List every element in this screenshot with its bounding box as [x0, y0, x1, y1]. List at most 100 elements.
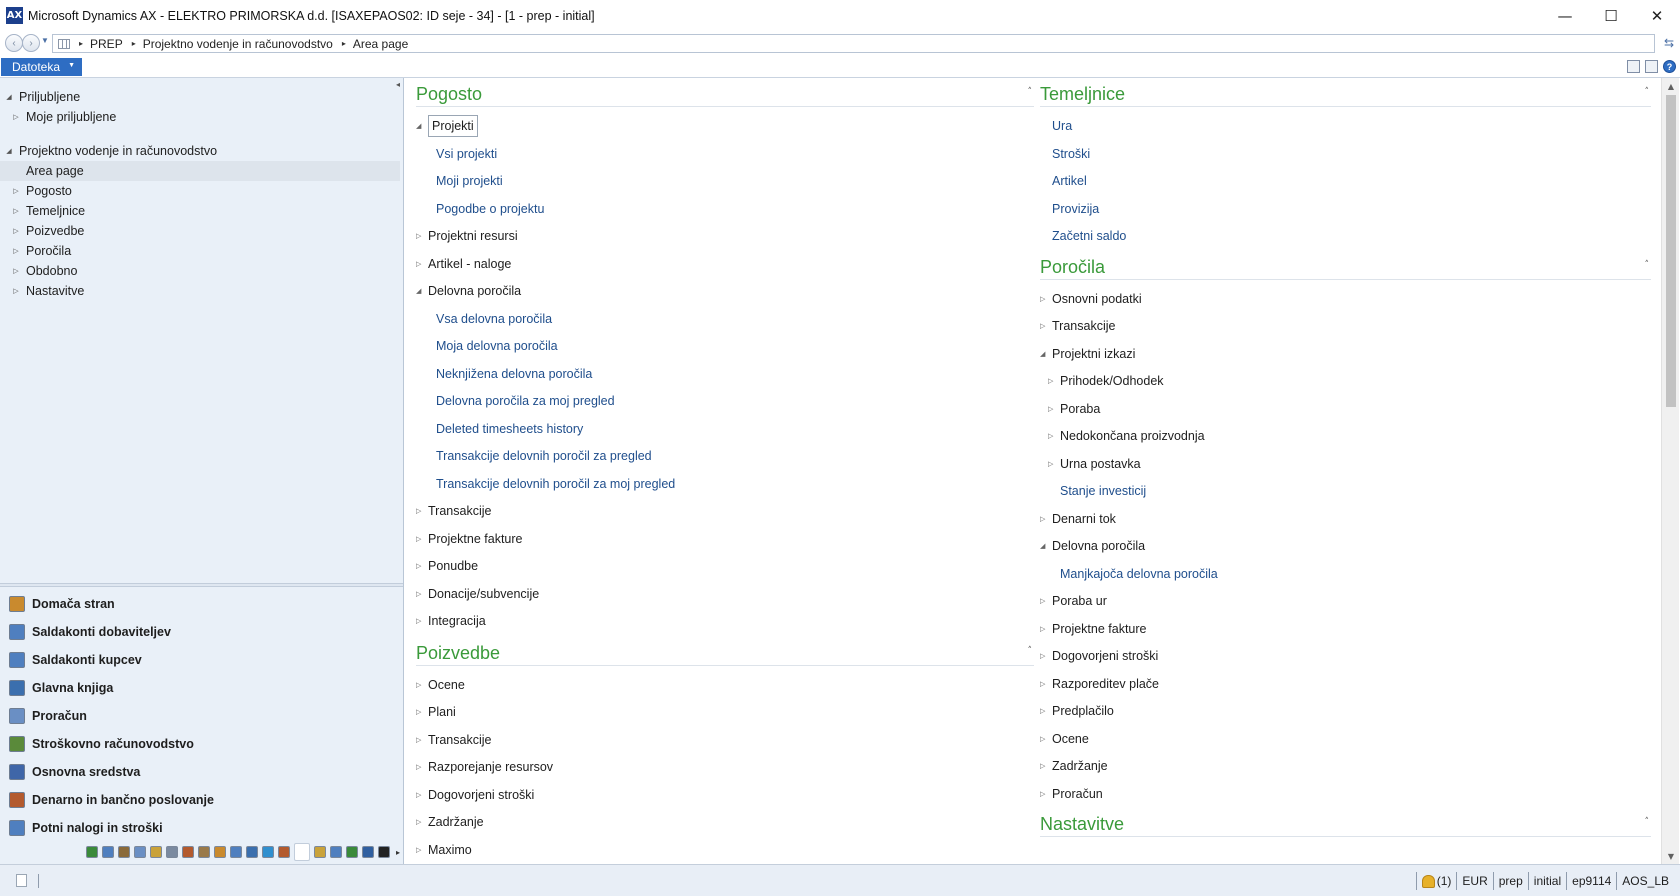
maximize-button[interactable]: ☐: [1588, 0, 1634, 31]
history-dropdown-icon[interactable]: ▼: [41, 36, 49, 45]
folder-delovna-porocila[interactable]: ◢ Delovna poročila: [1040, 536, 1145, 556]
collapsed-icon[interactable]: ▷: [1040, 515, 1052, 523]
link-vsa-delovna-porocila[interactable]: Vsa delovna poročila: [424, 309, 552, 329]
module-shortcut-icon[interactable]: [166, 846, 178, 858]
folder-artikel-naloge[interactable]: ▷ Artikel - naloge: [416, 254, 511, 274]
collapsed-icon[interactable]: ▷: [12, 227, 20, 235]
module-button-saldakonti-kupcev[interactable]: Saldakonti kupcev: [0, 646, 403, 674]
forward-button[interactable]: ›: [22, 34, 40, 52]
collapse-group-icon[interactable]: ˄: [1028, 87, 1033, 97]
folder-zadrzanje[interactable]: ▷ Zadržanje: [1040, 756, 1108, 776]
module-shortcut-icon[interactable]: [246, 846, 258, 858]
collapsed-icon[interactable]: ▷: [12, 113, 20, 121]
expanded-icon[interactable]: ◢: [1040, 350, 1052, 358]
nav-item-area-page[interactable]: Area page: [0, 161, 400, 181]
collapsed-icon[interactable]: ▷: [416, 818, 428, 826]
collapsed-icon[interactable]: ▷: [416, 763, 428, 771]
folder-projekti[interactable]: ◢ Projekti: [416, 115, 478, 137]
nav-favorites[interactable]: ◢ Priljubljene: [0, 87, 80, 107]
expanded-icon[interactable]: ◢: [416, 122, 428, 130]
collapsed-icon[interactable]: ▷: [1040, 707, 1052, 715]
link-stroski[interactable]: Stroški: [1040, 144, 1090, 164]
folder-ocene[interactable]: ▷ Ocene: [1040, 729, 1089, 749]
collapsed-icon[interactable]: ▷: [1048, 460, 1060, 468]
module-shortcut-selected-icon[interactable]: [294, 843, 310, 861]
link-delovna-porocila-za-moj-pregled[interactable]: Delovna poročila za moj pregled: [424, 391, 615, 411]
folder-projektni-izkazi[interactable]: ◢ Projektni izkazi: [1040, 344, 1135, 364]
collapsed-icon[interactable]: ▷: [12, 247, 20, 255]
folder-poraba[interactable]: ▷ Poraba: [1048, 399, 1100, 419]
collapsed-icon[interactable]: ▷: [416, 681, 428, 689]
collapse-group-icon[interactable]: ˄: [1645, 260, 1650, 270]
collapsed-icon[interactable]: ▷: [12, 287, 20, 295]
collapsed-icon[interactable]: ▷: [12, 207, 20, 215]
collapsed-icon[interactable]: ▷: [1040, 322, 1052, 330]
collapsed-icon[interactable]: ▷: [1040, 790, 1052, 798]
scroll-thumb[interactable]: [1666, 95, 1676, 407]
folder-zadrzanje[interactable]: ▷ Zadržanje: [416, 812, 484, 832]
breadcrumb-company[interactable]: PREP: [90, 37, 123, 51]
help-icon[interactable]: ?: [1663, 60, 1676, 73]
company-field[interactable]: prep: [1492, 872, 1528, 890]
link-artikel[interactable]: Artikel: [1040, 171, 1087, 191]
link-pogodbe-o-projektu[interactable]: Pogodbe o projektu: [424, 199, 544, 219]
folder-dogovorjeni-stroski[interactable]: ▷ Dogovorjeni stroški: [1040, 646, 1158, 666]
collapse-pane-icon[interactable]: ◂: [396, 80, 400, 89]
folder-ocene[interactable]: ▷ Ocene: [416, 675, 465, 695]
expanded-icon[interactable]: ◢: [416, 287, 428, 295]
module-button-saldakonti-dobaviteljev[interactable]: Saldakonti dobaviteljev: [0, 618, 403, 646]
module-shortcut-icon[interactable]: [198, 846, 210, 858]
collapse-group-icon[interactable]: ˄: [1028, 646, 1033, 656]
nav-my-favorites[interactable]: ▷ Moje priljubljene: [0, 107, 116, 127]
expanded-icon[interactable]: ◢: [5, 147, 13, 155]
module-shortcut-icon[interactable]: [314, 846, 326, 858]
module-shortcut-icon[interactable]: [102, 846, 114, 858]
collapsed-icon[interactable]: ▷: [416, 736, 428, 744]
module-button-osnovna-sredstva[interactable]: Osnovna sredstva: [0, 758, 403, 786]
folder-projektni-resursi[interactable]: ▷ Projektni resursi: [416, 226, 518, 246]
collapsed-icon[interactable]: ▷: [416, 535, 428, 543]
collapsed-icon[interactable]: ▷: [1048, 377, 1060, 385]
folder-donacije-subvencije[interactable]: ▷ Donacije/subvencije: [416, 584, 539, 604]
collapsed-icon[interactable]: ▷: [416, 232, 428, 240]
collapsed-icon[interactable]: ▷: [12, 267, 20, 275]
nav-item-temeljnice[interactable]: ▷ Temeljnice: [0, 201, 85, 221]
back-button[interactable]: ‹: [5, 34, 23, 52]
module-shortcut-icon[interactable]: [262, 846, 274, 858]
collapsed-icon[interactable]: ▷: [1040, 652, 1052, 660]
breadcrumb-module[interactable]: Projektno vodenje in računovodstvo: [143, 37, 333, 51]
collapsed-icon[interactable]: ▷: [1048, 432, 1060, 440]
folder-dogovorjeni-stroski[interactable]: ▷ Dogovorjeni stroški: [416, 785, 534, 805]
nav-pane-splitter[interactable]: [0, 583, 403, 587]
module-shortcut-icon[interactable]: [214, 846, 226, 858]
folder-razporeditev-place[interactable]: ▷ Razporeditev plače: [1040, 674, 1159, 694]
nav-item-pogosto[interactable]: ▷ Pogosto: [0, 181, 72, 201]
breadcrumb-separator-icon[interactable]: ▸: [342, 39, 346, 48]
module-shortcut-icon[interactable]: [150, 846, 162, 858]
folder-urna-postavka[interactable]: ▷ Urna postavka: [1048, 454, 1141, 474]
module-button-proracun[interactable]: Proračun: [0, 702, 403, 730]
link-vsi-projekti[interactable]: Vsi projekti: [424, 144, 497, 164]
panes-icon[interactable]: [1645, 60, 1658, 73]
breadcrumb-separator-icon[interactable]: ▸: [132, 39, 136, 48]
folder-projektne-fakture[interactable]: ▷ Projektne fakture: [416, 529, 523, 549]
breadcrumb[interactable]: ▸ PREP ▸ Projektno vodenje in računovods…: [52, 34, 1655, 53]
collapsed-icon[interactable]: ▷: [1040, 762, 1052, 770]
folder-razporejanje-resursov[interactable]: ▷ Razporejanje resursov: [416, 757, 553, 777]
folder-transakcije[interactable]: ▷ Transakcije: [1040, 316, 1115, 336]
link-provizija[interactable]: Provizija: [1040, 199, 1099, 219]
expanded-icon[interactable]: ◢: [5, 93, 13, 101]
folder-maximo[interactable]: ▷ Maximo: [416, 840, 472, 860]
module-button-denarno-in-bancno-poslovanje[interactable]: Denarno in bančno poslovanje: [0, 786, 403, 814]
module-button-glavna-knjiga[interactable]: Glavna knjiga: [0, 674, 403, 702]
nav-item-poizvedbe[interactable]: ▷ Poizvedbe: [0, 221, 84, 241]
module-shortcut-icon[interactable]: [346, 846, 358, 858]
nav-item-porocila[interactable]: ▷ Poročila: [0, 241, 71, 261]
breadcrumb-separator-icon[interactable]: ▸: [79, 39, 83, 48]
notifications-field[interactable]: (1): [1415, 872, 1457, 890]
collapsed-icon[interactable]: ▷: [416, 708, 428, 716]
folder-transakcije[interactable]: ▷ Transakcije: [416, 730, 491, 750]
module-shortcut-icon[interactable]: [118, 846, 130, 858]
folder-projektne-fakture[interactable]: ▷ Projektne fakture: [1040, 619, 1147, 639]
collapsed-icon[interactable]: ▷: [416, 562, 428, 570]
